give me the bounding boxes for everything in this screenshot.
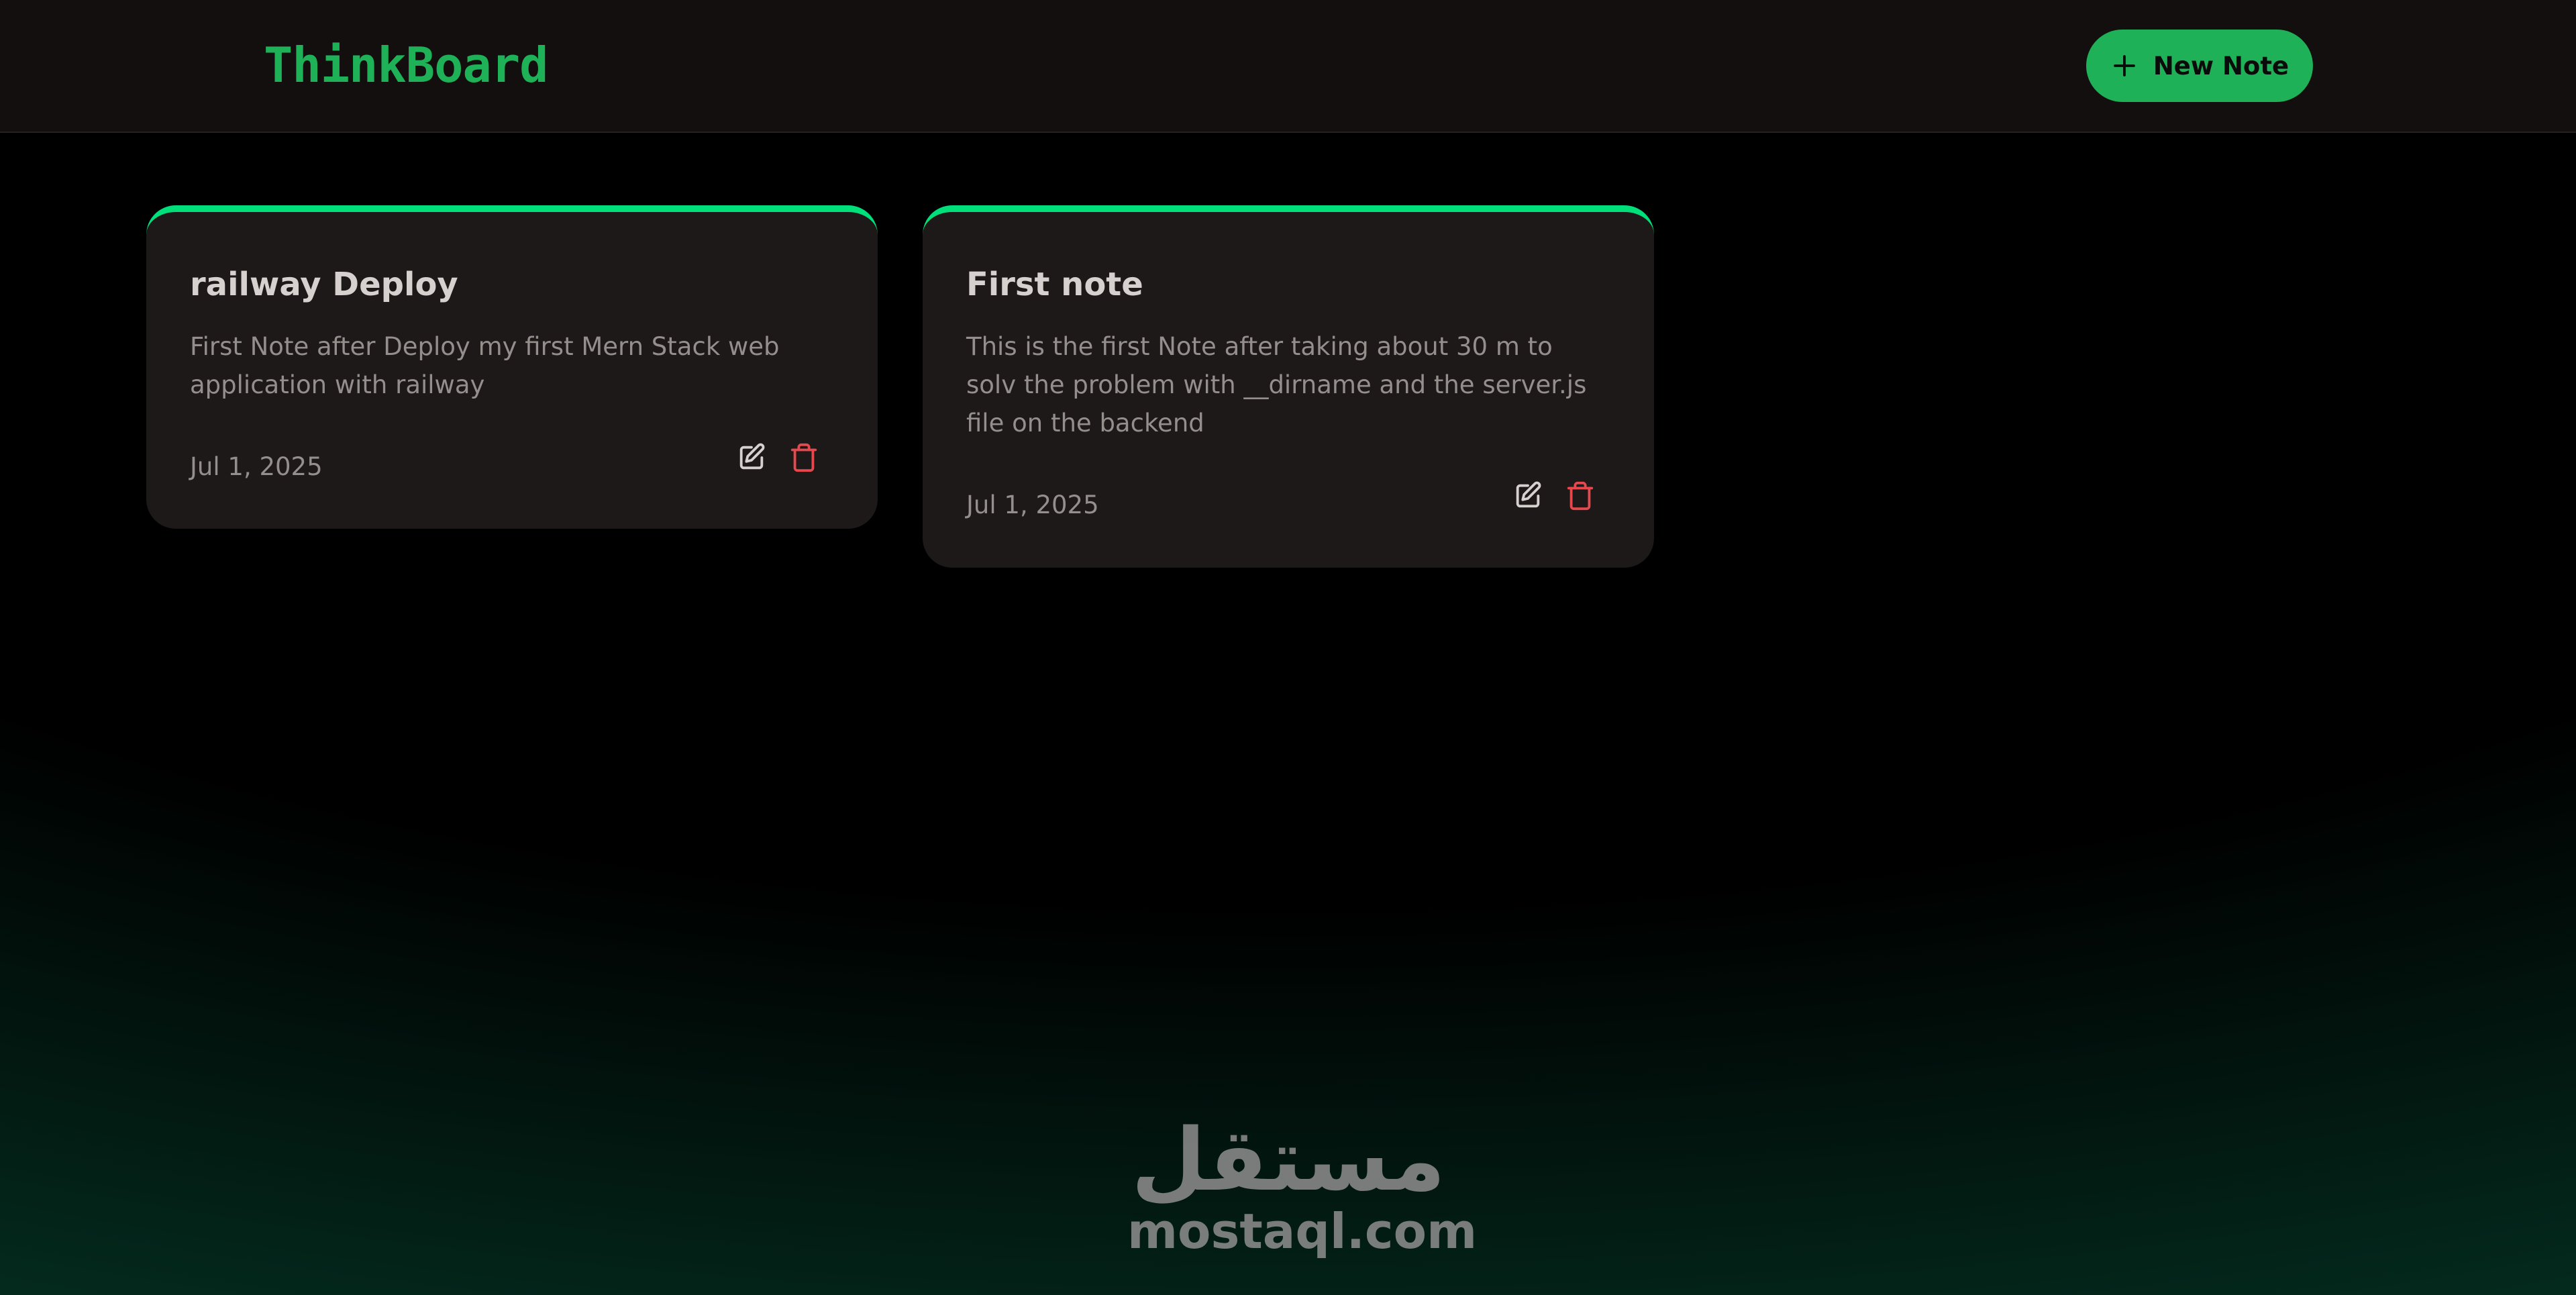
plus-icon (2113, 55, 2135, 76)
note-title: First note (966, 266, 1143, 303)
page: ThinkBoard New Note railway Deploy First… (0, 0, 2576, 1295)
edit-icon[interactable] (736, 442, 767, 473)
background-glow (0, 0, 2576, 1295)
app-logo[interactable]: ThinkBoard (264, 35, 548, 95)
navbar: ThinkBoard New Note (0, 0, 2576, 133)
trash-icon[interactable] (1565, 480, 1596, 511)
watermark: مستقل mostaql.com (1127, 1110, 1478, 1272)
watermark-arabic: مستقل (1131, 1110, 1446, 1210)
note-date: Jul 1, 2025 (190, 452, 323, 481)
note-title: railway Deploy (190, 266, 458, 303)
new-note-label: New Note (2153, 51, 2289, 81)
watermark-domain: mostaql.com (1127, 1203, 1478, 1259)
note-card[interactable]: First note This is the first Note after … (923, 205, 1654, 568)
edit-icon[interactable] (1512, 480, 1543, 511)
note-date: Jul 1, 2025 (966, 490, 1099, 519)
note-card[interactable]: railway Deploy First Note after Deploy m… (146, 205, 878, 529)
note-actions (736, 442, 819, 473)
note-actions (1512, 480, 1596, 511)
note-content: This is the first Note after taking abou… (966, 332, 1587, 437)
trash-icon[interactable] (788, 442, 819, 473)
new-note-button[interactable]: New Note (2086, 30, 2313, 102)
note-content: First Note after Deploy my first Mern St… (190, 332, 780, 399)
